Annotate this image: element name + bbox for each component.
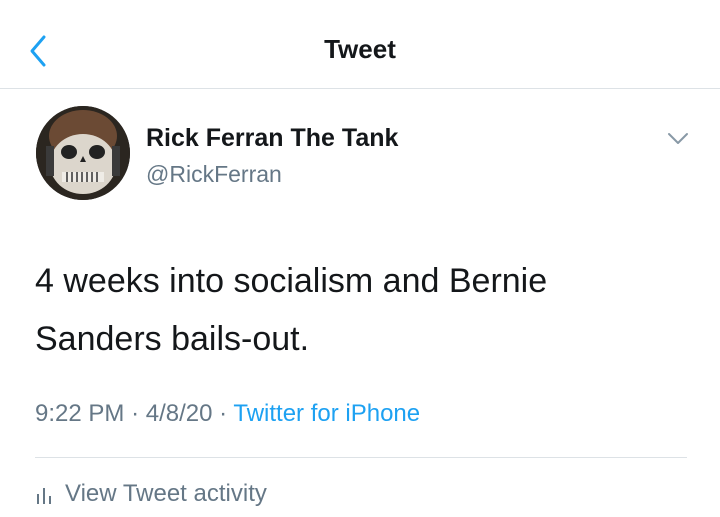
meta-separator: · [219,400,228,427]
divider [35,457,687,458]
tweet-date: 4/8/20 [145,400,213,427]
tweet-text-line: Sanders bails-out. [35,320,310,358]
tweet-time: 9:22 PM [35,400,125,427]
bar-chart-icon [37,488,51,504]
avatar[interactable] [36,106,130,200]
view-tweet-activity-button[interactable]: View Tweet activity [35,478,267,510]
meta-separator: · [131,400,140,427]
navigation-bar: Tweet [0,0,720,89]
page-title: Tweet [324,34,396,64]
tweet-text-line: 4 weeks into socialism and Bernie [35,262,548,300]
view-tweet-activity-label: View Tweet activity [65,480,267,507]
skull-mask-avatar-icon [36,106,130,200]
more-options-chevron-down-icon[interactable] [665,128,691,148]
tweet-text: 4 weeks into socialism and Bernie Sander… [35,252,675,368]
tweet-metadata: 9:22 PM · 4/8/20 · Twitter for iPhone [35,400,420,428]
author-handle[interactable]: @RickFerran [146,161,282,188]
tweet-source-link[interactable]: Twitter for iPhone [233,400,420,427]
author-name[interactable]: Rick Ferran The Tank [146,124,398,153]
